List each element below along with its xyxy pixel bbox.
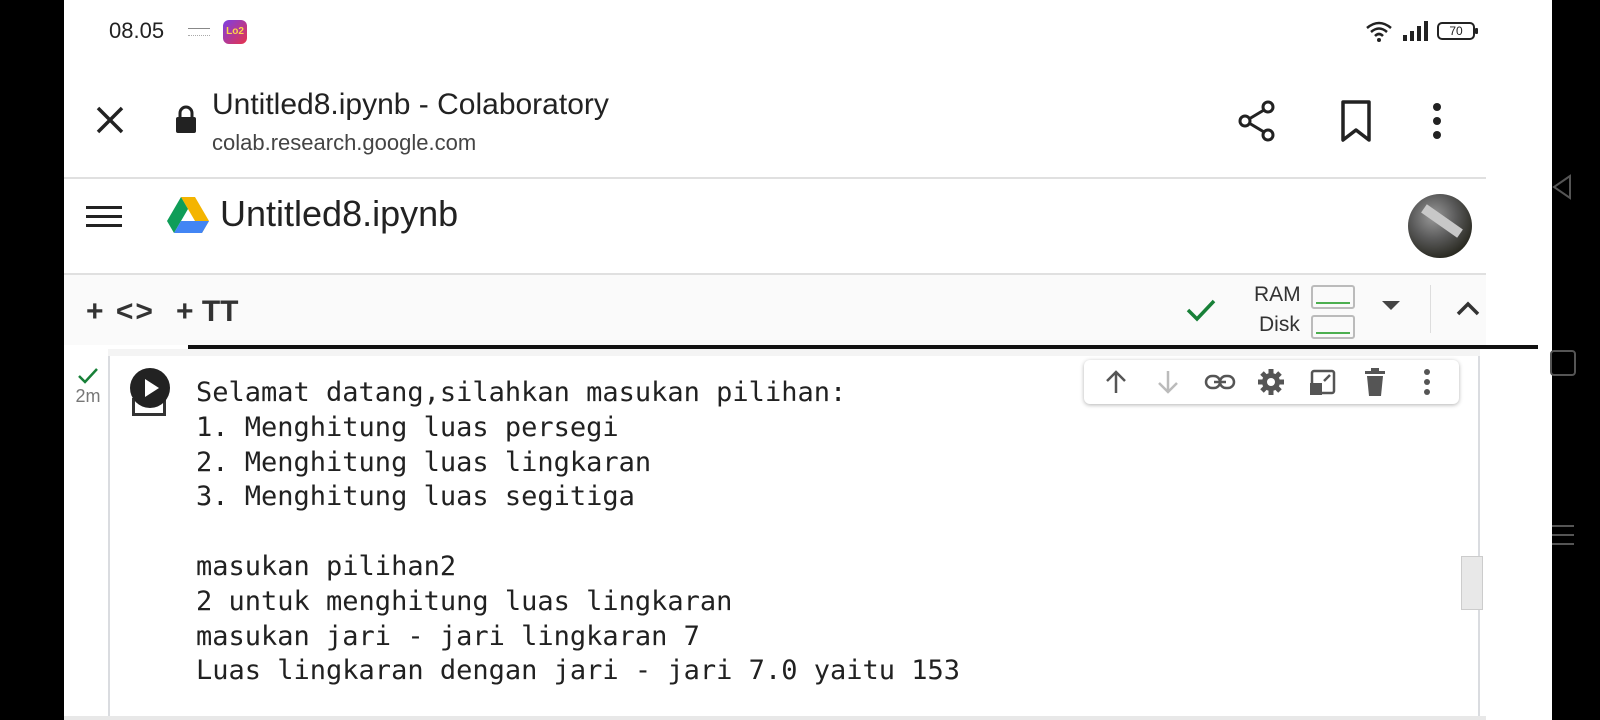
output-line: 2 untuk menghitung luas lingkaran <box>196 585 733 617</box>
link-button[interactable] <box>1203 365 1237 399</box>
output-line: masukan pilihan2 <box>196 550 457 582</box>
wifi-icon <box>1366 21 1392 42</box>
signal-icon <box>1403 21 1428 41</box>
status-indicators: 70 <box>1365 20 1478 42</box>
run-cell-button[interactable] <box>130 368 170 408</box>
disk-label[interactable]: Disk <box>1259 313 1300 337</box>
arrow-up-icon <box>1106 370 1126 393</box>
page-title: Untitled8.ipynb - Colaboratory <box>212 88 609 121</box>
drive-logo[interactable] <box>166 195 210 235</box>
hamburger-icon[interactable] <box>84 202 124 232</box>
avatar[interactable] <box>1408 194 1472 258</box>
disk-usage-bar[interactable] <box>1311 315 1355 339</box>
output-line: Selamat datang,silahkan masukan pilihan: <box>196 377 847 408</box>
output-line: Luas lingkaran dengan jari - jari 7.0 ya… <box>196 655 961 687</box>
battery-icon: 70 <box>1437 22 1478 40</box>
output-line: 2. Menghitung luas lingkaran <box>196 446 652 478</box>
move-up-button[interactable] <box>1099 365 1133 399</box>
share-icon[interactable] <box>1234 98 1280 144</box>
check-icon <box>1186 299 1216 322</box>
mirror-cell-button[interactable] <box>1306 365 1340 399</box>
cell-exec-status: 2m <box>70 366 106 407</box>
more-vert-icon[interactable] <box>1422 98 1452 144</box>
bottom-divider <box>64 716 1486 720</box>
scrollbar[interactable] <box>1461 556 1483 610</box>
toolbar-divider <box>1430 285 1431 333</box>
move-down-button[interactable] <box>1151 365 1185 399</box>
recent-apps-icon[interactable] <box>1548 520 1578 550</box>
chevron-up-icon[interactable] <box>1452 293 1484 325</box>
phone-screen: 08.05 Lo2 70 Untitled8.ipynb - Colaborat… <box>64 0 1552 720</box>
notebook-toolbar: + <> + TT RAM Disk <box>64 275 1486 345</box>
notification-icon <box>188 28 210 36</box>
trash-icon <box>1365 368 1386 396</box>
notebook-title[interactable]: Untitled8.ipynb <box>220 193 458 235</box>
cell-exec-time: 2m <box>75 386 101 406</box>
chevron-down-icon[interactable] <box>1382 301 1400 310</box>
header-divider <box>64 177 1486 179</box>
add-code-button[interactable]: + <> <box>86 295 155 329</box>
page-url[interactable]: colab.research.google.com <box>212 130 476 156</box>
settings-button[interactable] <box>1254 365 1288 399</box>
delete-cell-button[interactable] <box>1358 365 1392 399</box>
output-line: 3. Menghitung luas segitiga <box>196 481 635 513</box>
arrow-down-icon <box>1157 371 1178 394</box>
add-text-button[interactable]: + TT <box>176 295 239 329</box>
ram-label[interactable]: RAM <box>1254 283 1301 307</box>
app-notification-icon: Lo2 <box>223 20 247 44</box>
cell-more-button[interactable] <box>1410 365 1444 399</box>
mirror-cell-icon <box>1310 369 1336 395</box>
close-icon[interactable] <box>90 100 130 140</box>
gear-icon <box>1258 369 1285 395</box>
bookmark-icon[interactable] <box>1336 98 1376 144</box>
link-icon <box>1204 374 1235 390</box>
ram-usage-bar[interactable] <box>1311 285 1355 309</box>
more-vert-icon <box>1423 369 1430 395</box>
output-line: 1. Menghitung luas persegi <box>196 411 619 443</box>
cell-output: Selamat datang,silahkan masukan pilihan:… <box>196 376 960 689</box>
home-icon[interactable] <box>1550 350 1576 376</box>
status-time: 08.05 <box>109 18 165 43</box>
cell-toolbar <box>1084 360 1459 404</box>
lock-icon <box>176 105 196 133</box>
browser-tab-header: Untitled8.ipynb - Colaboratory colab.res… <box>64 60 1486 175</box>
back-icon[interactable] <box>1548 172 1578 202</box>
browser-content: 08.05 Lo2 70 Untitled8.ipynb - Colaborat… <box>64 0 1538 720</box>
output-line: masukan jari - jari lingkaran 7 <box>196 620 700 652</box>
check-icon <box>78 368 98 384</box>
